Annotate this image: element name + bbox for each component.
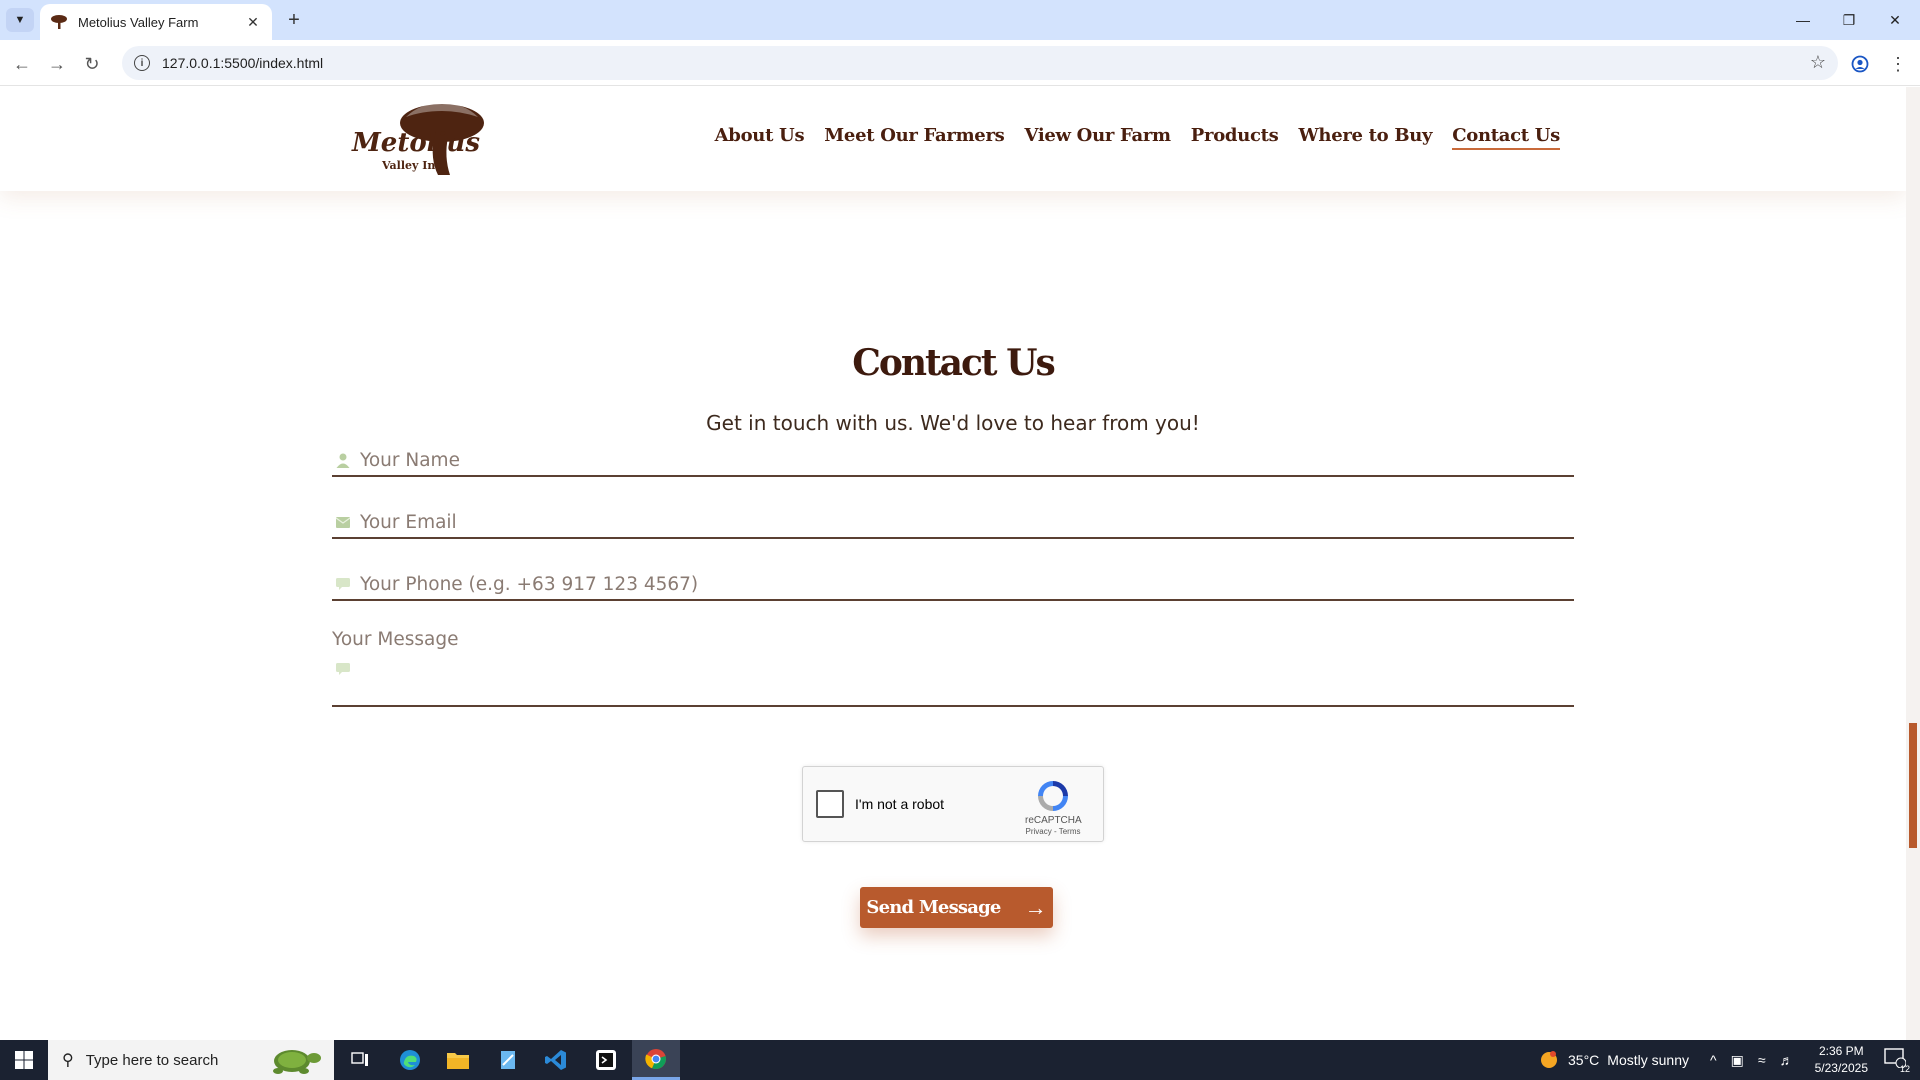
recaptcha-label: I'm not a robot — [855, 796, 945, 812]
phone-field[interactable]: Your Phone (e.g. +63 917 123 4567) — [332, 569, 1574, 601]
system-tray: ^ ▣ ≈ ♬ — [1710, 1040, 1794, 1080]
recaptcha-checkbox[interactable] — [816, 790, 844, 818]
clock[interactable]: 2:36 PM 5/23/2025 — [1815, 1043, 1868, 1077]
svg-text:Metolius: Metolius — [351, 128, 480, 158]
reload-button[interactable]: ↻ — [78, 50, 106, 78]
taskbar-search-box[interactable]: ⚲ Type here to search — [48, 1040, 334, 1080]
phone-placeholder: Your Phone (e.g. +63 917 123 4567) — [360, 573, 699, 595]
edge-icon[interactable] — [386, 1040, 434, 1080]
tab-search-button[interactable]: ▼ — [6, 8, 34, 32]
main-nav: About Us Meet Our Farmers View Our Farm … — [715, 125, 1560, 150]
site-info-icon[interactable]: i — [134, 55, 150, 71]
windows-logo-icon — [15, 1051, 33, 1069]
chat-bubble-icon — [332, 578, 354, 590]
chat-bubble-icon — [332, 663, 354, 675]
nav-products[interactable]: Products — [1191, 125, 1279, 150]
clock-time: 2:36 PM — [1818, 1044, 1864, 1058]
meet-now-icon[interactable]: ▣ — [1731, 1052, 1744, 1069]
name-field[interactable]: Your Name — [332, 445, 1574, 477]
contact-subtitle: Get in touch with us. We'd love to hear … — [706, 411, 1200, 435]
start-button[interactable] — [0, 1040, 48, 1080]
site-header: Metolius Valley Inc. About Us Meet Our F… — [0, 87, 1906, 191]
bookmark-star-icon[interactable]: ☆ — [1810, 52, 1826, 73]
restore-button[interactable]: ❐ — [1826, 0, 1872, 40]
nav-where-to-buy[interactable]: Where to Buy — [1299, 125, 1433, 150]
wifi-icon[interactable]: ≈ — [1758, 1052, 1766, 1068]
message-placeholder: Your Message — [332, 629, 459, 650]
clock-date: 5/23/2025 — [1814, 1061, 1868, 1075]
contact-title: Contact Us — [852, 342, 1056, 384]
weather-widget[interactable]: 35°C Mostly sunny — [1538, 1040, 1689, 1080]
vscode-icon[interactable] — [532, 1040, 580, 1080]
chrome-icon[interactable] — [632, 1040, 680, 1080]
nav-contact-us[interactable]: Contact Us — [1452, 125, 1560, 150]
turtle-search-highlight-icon — [273, 1050, 321, 1074]
user-icon — [332, 452, 354, 468]
nav-meet-our-farmers[interactable]: Meet Our Farmers — [824, 125, 1004, 150]
profile-icon[interactable] — [1846, 50, 1874, 78]
sun-weather-icon — [1541, 1051, 1557, 1068]
nav-about-us[interactable]: About Us — [715, 125, 805, 150]
back-button[interactable]: ← — [8, 50, 36, 78]
recaptcha-logo-icon — [1038, 781, 1068, 811]
arrow-right-icon: → — [1024, 894, 1047, 920]
volume-icon[interactable]: ♬ — [1780, 1052, 1794, 1068]
envelope-icon — [332, 516, 354, 528]
notepad-icon[interactable] — [484, 1040, 532, 1080]
browser-tab-bar: ▼ Metolius Valley Farm ✕ + — ❐ ✕ — [0, 0, 1920, 40]
recaptcha-privacy-terms[interactable]: Privacy - Terms — [1017, 827, 1089, 836]
email-placeholder: Your Email — [360, 511, 457, 533]
nav-view-our-farm[interactable]: View Our Farm — [1024, 125, 1171, 150]
new-tab-button[interactable]: + — [282, 8, 306, 32]
mushroom-favicon-icon — [51, 15, 67, 29]
browser-tab[interactable]: Metolius Valley Farm ✕ — [40, 4, 272, 40]
close-tab-icon[interactable]: ✕ — [244, 13, 262, 31]
minimize-button[interactable]: — — [1780, 0, 1826, 40]
recaptcha-widget: I'm not a robot reCAPTCHA Privacy - Term… — [802, 766, 1104, 842]
search-placeholder: Type here to search — [85, 1051, 219, 1069]
message-field[interactable] — [332, 659, 1574, 707]
name-placeholder: Your Name — [360, 449, 460, 471]
task-view-icon[interactable] — [336, 1040, 384, 1080]
notification-count: 12 — [1899, 1064, 1910, 1074]
page-scrollbar[interactable] — [1906, 87, 1920, 1040]
address-bar[interactable]: i 127.0.0.1:5500/index.html ☆ — [122, 46, 1838, 80]
chevron-up-icon[interactable]: ^ — [1710, 1052, 1717, 1068]
weather-desc: Mostly sunny — [1607, 1052, 1689, 1068]
file-explorer-icon[interactable] — [434, 1040, 482, 1080]
close-window-button[interactable]: ✕ — [1872, 0, 1918, 40]
forward-button[interactable]: → — [43, 50, 71, 78]
scrollbar-thumb[interactable] — [1909, 723, 1917, 848]
email-field[interactable]: Your Email — [332, 507, 1574, 539]
url-text: 127.0.0.1:5500/index.html — [162, 55, 324, 71]
tab-title: Metolius Valley Farm — [78, 14, 199, 30]
chevron-down-icon: ▼ — [14, 14, 26, 26]
weather-temp: 35°C — [1568, 1052, 1600, 1068]
browser-toolbar: ← → ↻ i 127.0.0.1:5500/index.html ☆ ⋮ — [0, 40, 1920, 86]
svg-text:Valley Inc.: Valley Inc. — [381, 159, 446, 172]
search-icon: ⚲ — [62, 1052, 74, 1069]
page-viewport: Metolius Valley Inc. About Us Meet Our F… — [0, 87, 1906, 1040]
send-message-label: Send Message — [866, 897, 1001, 918]
menu-kebab-icon[interactable]: ⋮ — [1884, 50, 1912, 78]
send-message-button[interactable]: Send Message → — [860, 887, 1053, 928]
metolius-logo[interactable]: Metolius Valley Inc. — [350, 99, 495, 179]
notification-center-icon[interactable]: 12 — [1884, 1048, 1912, 1074]
windows-taskbar: ⚲ Type here to search 35°C Mostly sunny … — [0, 1040, 1920, 1080]
terminal-app-icon[interactable] — [582, 1040, 630, 1080]
recaptcha-brand: reCAPTCHA — [1025, 815, 1082, 826]
